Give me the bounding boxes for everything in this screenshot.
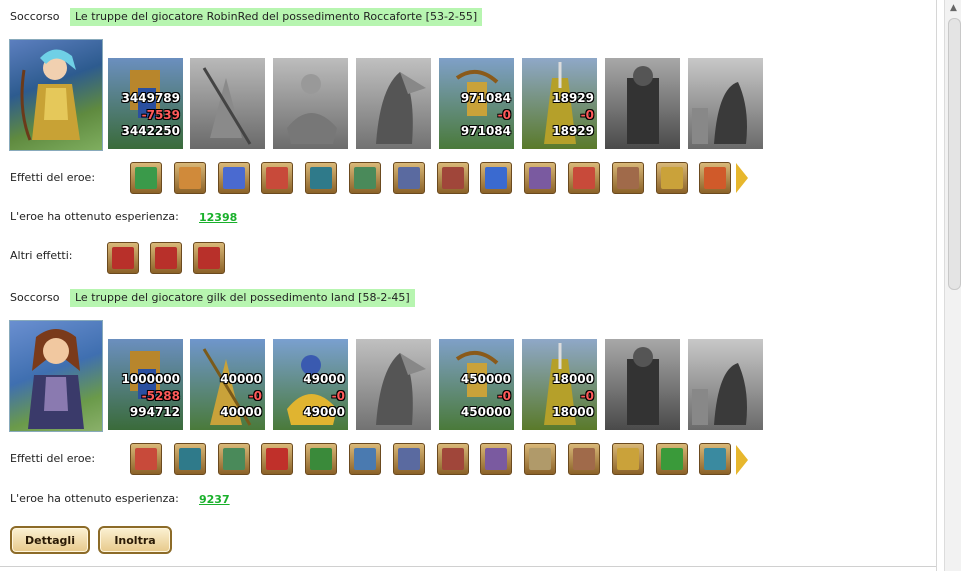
unit-slot[interactable]: 40000 -0 40000 [190, 339, 265, 430]
unit-count-end: 971084 [460, 124, 511, 138]
experience-label: L'eroe ha ottenuto esperienza: [10, 492, 179, 505]
scroll-up-icon[interactable]: ▲ [947, 2, 960, 15]
vertical-scrollbar[interactable]: ▲ [944, 0, 961, 571]
xp-icon[interactable] [261, 443, 294, 475]
unit-slot[interactable]: 18000 -0 18000 [522, 339, 597, 430]
claw-icon[interactable] [392, 443, 425, 475]
unit-slot[interactable] [605, 339, 680, 430]
scroll-icon[interactable] [524, 443, 557, 475]
other-effects-label: Altri effetti: [10, 249, 73, 262]
hero-effects-label: Effetti del eroe: [10, 171, 96, 184]
ring-icon[interactable] [480, 443, 513, 475]
unit-count-start: 450000 [460, 372, 511, 386]
unit-count-start: 18000 [552, 372, 594, 386]
unit-count-loss: -0 [497, 108, 511, 122]
unit-slot[interactable]: 49000 -0 49000 [273, 339, 348, 430]
ring-icon[interactable] [524, 162, 557, 194]
unit-count-start: 1000000 [121, 372, 180, 386]
unit-slot[interactable] [273, 58, 348, 149]
xp-badge-icon[interactable] [305, 443, 338, 475]
details-button[interactable]: Dettagli [10, 526, 90, 554]
unit-count-end: 3442250 [121, 124, 180, 138]
unit-count-end: 450000 [460, 405, 511, 419]
unit-count-start: 40000 [220, 372, 262, 386]
unit-slot[interactable] [356, 58, 431, 149]
unit-slot[interactable]: 450000 -0 450000 [439, 339, 514, 430]
unit-count-start: 49000 [303, 372, 345, 386]
hero-portrait [9, 320, 103, 432]
bone-icon[interactable] [568, 443, 600, 475]
helmet-icon[interactable] [349, 443, 381, 475]
crest-shield-icon[interactable] [655, 162, 688, 194]
chest-icon[interactable] [436, 443, 469, 475]
experience-value[interactable]: 12398 [199, 211, 237, 224]
unit-count-start: 971084 [460, 91, 511, 105]
unit-count-loss: -7539 [141, 108, 180, 122]
flame-shield-icon[interactable] [699, 162, 732, 194]
unit-count-start: 3449789 [121, 91, 180, 105]
heart-sword-icon[interactable] [150, 242, 182, 274]
glove-icon[interactable] [217, 162, 250, 194]
claw-icon[interactable] [392, 162, 425, 194]
unit-slot[interactable] [688, 339, 763, 430]
support-label: Soccorso [10, 291, 60, 304]
unit-slot[interactable] [356, 339, 431, 430]
troop-source-title: Le truppe del giocatore gilk del possedi… [70, 289, 415, 307]
battle-report: Soccorso Le truppe del giocatore RobinRe… [0, 0, 937, 571]
troop-source-title: Le truppe del giocatore RobinRed del pos… [70, 8, 483, 26]
unit-count-end: 994712 [129, 405, 180, 419]
unit-slot[interactable]: 1000000 -5288 994712 [108, 339, 183, 430]
forward-button[interactable]: Inoltra [98, 526, 172, 554]
sword-icon[interactable] [130, 162, 162, 194]
bone-icon[interactable] [611, 162, 644, 194]
unit-count-loss: -5288 [141, 389, 180, 403]
experience-value[interactable]: 9237 [199, 493, 230, 506]
unit-count-loss: -0 [248, 389, 262, 403]
scroll-right-arrow-icon[interactable] [736, 163, 748, 193]
experience-label: L'eroe ha ottenuto esperienza: [10, 210, 179, 223]
unit-slot[interactable]: 18929 -0 18929 [522, 58, 597, 149]
dice-icon[interactable] [261, 162, 294, 194]
unit-count-end: 49000 [303, 405, 345, 419]
crest-shield-icon[interactable] [611, 443, 644, 475]
hero-effects-label: Effetti del eroe: [10, 452, 96, 465]
unit-count-start: 18929 [552, 91, 594, 105]
handshake-shield-icon[interactable] [217, 443, 250, 475]
armor-icon[interactable] [480, 162, 513, 194]
unit-slot[interactable] [190, 58, 265, 149]
unit-count-end: 40000 [220, 405, 262, 419]
unit-slot[interactable] [605, 58, 680, 149]
hero-portrait [9, 39, 103, 151]
unit-slot[interactable] [688, 58, 763, 149]
globe-shield-icon[interactable] [699, 443, 732, 475]
dice-icon[interactable] [130, 443, 162, 475]
unit-count-loss: -0 [497, 389, 511, 403]
shield-icon[interactable] [173, 443, 206, 475]
scroll-right-arrow-icon[interactable] [736, 445, 748, 475]
unit-count-end: 18000 [552, 405, 594, 419]
dice-icon[interactable] [568, 162, 600, 194]
unit-slot[interactable]: 971084 -0 971084 [439, 58, 514, 149]
scrollbar-thumb[interactable] [948, 18, 961, 290]
handshake-shield-icon[interactable] [349, 162, 381, 194]
heart-snake-icon[interactable] [655, 443, 688, 475]
chest-icon[interactable] [436, 162, 469, 194]
unit-count-end: 18929 [552, 124, 594, 138]
unit-count-loss: -0 [580, 389, 594, 403]
shield-icon[interactable] [305, 162, 338, 194]
heart-chain-icon[interactable] [193, 242, 225, 274]
support-label: Soccorso [10, 10, 60, 23]
unit-count-loss: -0 [580, 108, 594, 122]
divider [0, 566, 936, 567]
heart-sword-icon[interactable] [107, 242, 139, 274]
unit-slot[interactable]: 3449789 -7539 3442250 [108, 58, 183, 149]
unit-count-loss: -0 [331, 389, 345, 403]
handshake-icon[interactable] [173, 162, 206, 194]
